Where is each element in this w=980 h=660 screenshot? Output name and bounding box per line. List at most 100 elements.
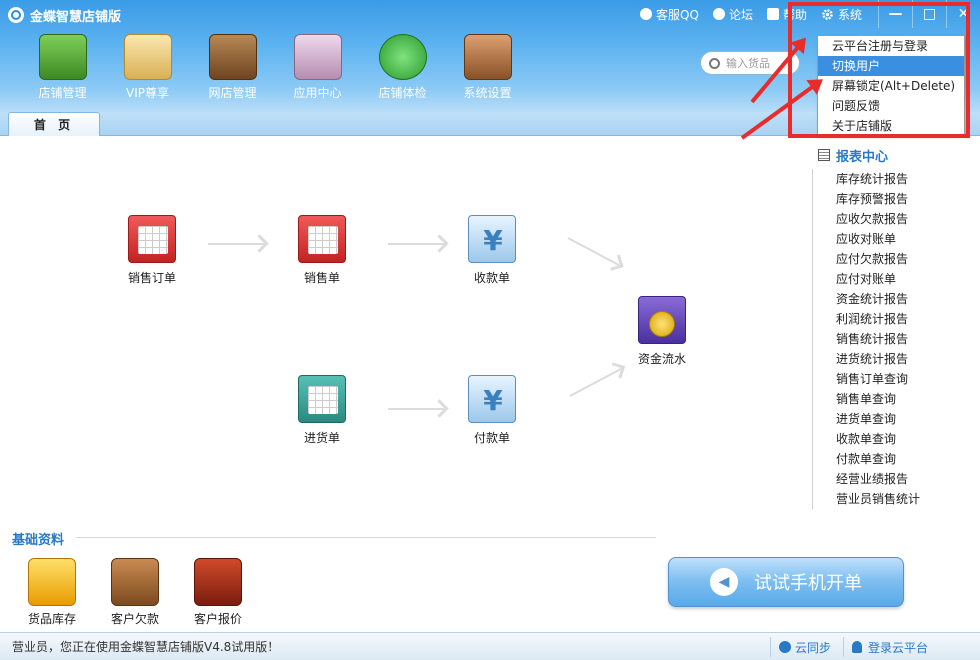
maximize-button[interactable]: □ [912,0,946,28]
toolbar-label: VIP尊享 [126,86,169,100]
report-link[interactable]: 进货统计报告 [836,349,980,369]
window-controls: — □ ✕ [878,0,980,28]
wallet-icon [111,558,159,606]
purchase-slip-label: 进货单 [303,431,340,445]
system-menu-button[interactable]: 系统 [821,6,862,23]
cloud-login-button[interactable]: 登录云平台 [842,637,980,657]
menu-item-screen-lock[interactable]: 屏幕锁定(Alt+Delete) [818,76,964,96]
help-link[interactable]: 帮助 [766,6,807,23]
report-link[interactable]: 付款单查询 [836,449,980,469]
book-icon [766,8,779,20]
report-center-header: 报表中心 [818,145,980,165]
report-link[interactable]: 应收欠款报告 [836,209,980,229]
megaphone-icon: ◀ [710,568,738,596]
report-link[interactable]: 库存统计报告 [836,169,980,189]
toolbar-label: 店铺管理 [38,86,87,100]
cash-flow-label: 资金流水 [637,352,686,366]
report-link[interactable]: 利润统计报告 [836,309,980,329]
report-center-title: 报表中心 [836,149,889,165]
report-center: 报表中心 库存统计报告 库存预警报告 应收欠款报告 应收对账单 应付欠款报告 应… [812,145,980,509]
menu-item-switch-user[interactable]: 切换用户 [818,56,964,76]
close-button[interactable]: ✕ [946,0,980,28]
bell-icon [640,8,653,20]
app-logo-icon [8,7,24,23]
mobile-billing-label: 试试手机开单 [754,573,862,594]
toolbar-app-center[interactable]: 应用中心 [275,34,360,104]
report-link[interactable]: 营业员销售统计 [836,489,980,509]
basic-data-title: 基础资料 [12,533,65,548]
report-link[interactable]: 库存预警报告 [836,189,980,209]
cloud-sync-button[interactable]: 云同步 [769,637,843,657]
settings-box-icon [463,34,512,80]
goods-inventory-label: 货品库存 [27,612,76,626]
receipt-label: 收款单 [473,271,510,285]
toolbar-system-settings[interactable]: 系统设置 [445,34,530,104]
sales-order-node[interactable]: 销售订单 [107,215,197,286]
app-center-icon [293,34,342,80]
report-list: 库存统计报告 库存预警报告 应收欠款报告 应收对账单 应付欠款报告 应付对账单 … [812,169,980,509]
report-link[interactable]: 资金统计报告 [836,289,980,309]
sales-slip-label: 销售单 [303,271,340,285]
report-link[interactable]: 应收对账单 [836,229,980,249]
report-link[interactable]: 收款单查询 [836,429,980,449]
forum-link[interactable]: 论坛 [712,6,753,23]
report-list-icon [818,149,830,161]
flow-arrow [569,367,622,397]
flow-arrow [388,243,444,245]
main-toolbar: 店铺管理 VIP尊享 网店管理 应用中心 店铺体检 系统设置 [20,34,530,104]
report-link[interactable]: 销售订单查询 [836,369,980,389]
toolbar-label: 应用中心 [293,86,342,100]
toolbar-store-checkup[interactable]: 店铺体检 [360,34,445,104]
menu-item-feedback[interactable]: 问题反馈 [818,96,964,116]
report-link[interactable]: 应付欠款报告 [836,249,980,269]
toolbar-vip[interactable]: VIP尊享 [105,34,190,104]
customer-quote-item[interactable]: 客户报价 [180,558,256,627]
menu-item-about[interactable]: 关于店铺版 [818,116,964,136]
toolbar-label: 网店管理 [208,86,257,100]
report-link[interactable]: 进货单查询 [836,409,980,429]
report-link[interactable]: 经营业绩报告 [836,469,980,489]
cloud-login-label: 登录云平台 [867,640,928,655]
receipt-yen-icon: ¥ [468,215,516,263]
report-link[interactable]: 销售统计报告 [836,329,980,349]
payment-label: 付款单 [473,431,510,445]
cash-flow-node[interactable]: 资金流水 [617,296,707,367]
home-check-icon [378,34,427,80]
toolbar-label: 系统设置 [463,86,512,100]
status-bar: 营业员，您正在使用金蝶智慧店铺版V4.8试用版！ 云同步 登录云平台 [0,632,980,660]
report-link[interactable]: 应付对账单 [836,269,980,289]
menu-item-cloud-register[interactable]: 云平台注册与登录 [818,36,964,56]
status-actions: 云同步 登录云平台 [769,633,980,660]
payment-node[interactable]: ¥ 付款单 [447,375,537,446]
minimize-button[interactable]: — [878,0,912,28]
customer-service-link[interactable]: 客服QQ [640,6,699,23]
yen-glyph: ¥ [483,383,503,417]
purchase-slip-node[interactable]: 进货单 [277,375,367,446]
customer-quote-label: 客户报价 [193,612,242,626]
price-tag-icon [194,558,242,606]
coins-icon [638,296,686,344]
toolbar-online-store[interactable]: 网店管理 [190,34,275,104]
window-title: 金蝶智慧店铺版 [8,5,121,25]
tab-home[interactable]: 首 页 [8,112,100,136]
system-dropdown-menu: 云平台注册与登录 切换用户 屏幕锁定(Alt+Delete) 问题反馈 关于店铺… [817,35,965,135]
vip-card-icon [123,34,172,80]
sales-slip-node[interactable]: 销售单 [277,215,367,286]
system-menu-label: 系统 [837,7,862,22]
sales-order-label: 销售订单 [127,271,176,285]
user-icon [851,641,862,653]
mobile-billing-button[interactable]: ◀ 试试手机开单 [668,557,904,607]
flow-arrow [567,237,620,267]
receipt-node[interactable]: ¥ 收款单 [447,215,537,286]
report-link[interactable]: 销售单查询 [836,389,980,409]
customer-debt-label: 客户欠款 [110,612,159,626]
people-icon [712,8,725,20]
customer-debt-item[interactable]: 客户欠款 [97,558,173,627]
toolbar-shop-management[interactable]: 店铺管理 [20,34,105,104]
cart-icon [208,34,257,80]
search-placeholder: 输入货品 [726,57,770,70]
forum-label: 论坛 [728,7,753,22]
goods-inventory-item[interactable]: 货品库存 [14,558,90,627]
yen-glyph: ¥ [483,223,503,257]
payment-yen-icon: ¥ [468,375,516,423]
